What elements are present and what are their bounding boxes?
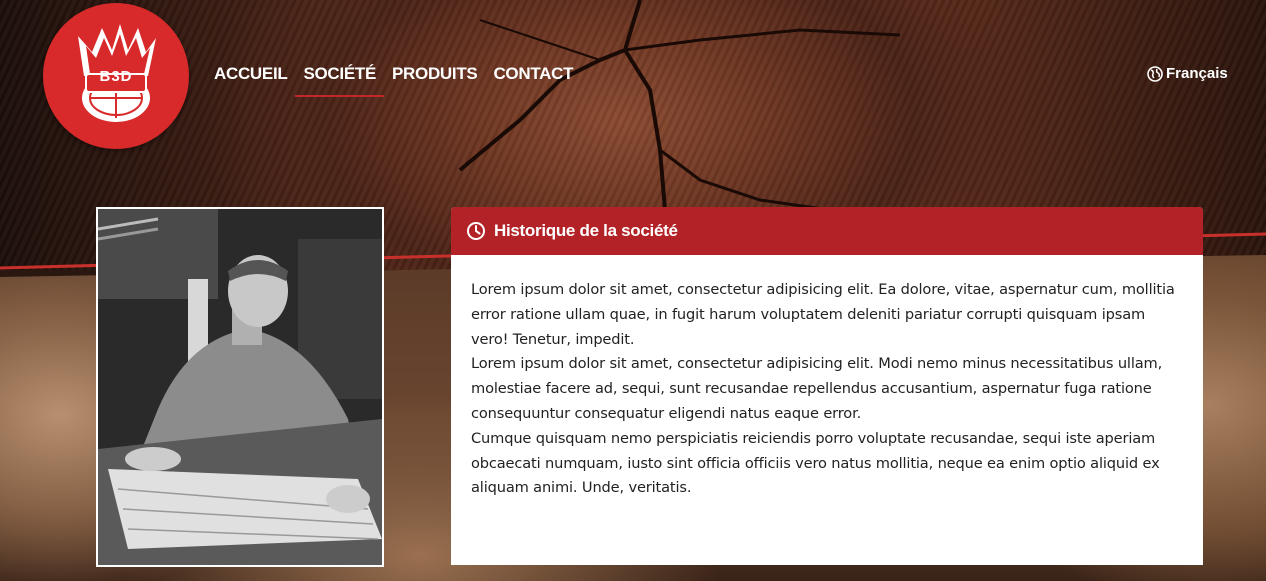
history-panel: Historique de la société Lorem ipsum dol… <box>451 207 1203 565</box>
photo-illustration <box>98 209 382 565</box>
history-paragraph: Lorem ipsum dolor sit amet, consectetur … <box>471 281 1175 348</box>
panel-title: Historique de la société <box>494 221 678 240</box>
globe-icon <box>1147 65 1163 82</box>
founder-photo <box>96 207 384 567</box>
panel-body: Lorem ipsum dolor sit amet, consectetur … <box>451 255 1203 501</box>
main-navigation: ACCUEIL SOCIÉTÉ PRODUITS CONTACT <box>206 62 581 97</box>
history-paragraph: Cumque quisquam nemo perspiciatis reicie… <box>471 429 1160 497</box>
history-paragraph: Lorem ipsum dolor sit amet, consectetur … <box>471 355 1163 422</box>
panel-header: Historique de la société <box>451 207 1203 255</box>
nav-item-produits[interactable]: PRODUITS <box>384 62 485 97</box>
language-selector[interactable]: Français <box>1147 65 1228 82</box>
clock-icon <box>467 222 485 240</box>
logo-text: B3D <box>99 68 133 85</box>
nav-item-contact[interactable]: CONTACT <box>485 62 581 97</box>
nav-item-accueil[interactable]: ACCUEIL <box>206 62 295 97</box>
nav-item-societe[interactable]: SOCIÉTÉ <box>295 62 384 97</box>
logo[interactable]: B3D <box>43 3 189 149</box>
language-label: Français <box>1166 65 1228 82</box>
